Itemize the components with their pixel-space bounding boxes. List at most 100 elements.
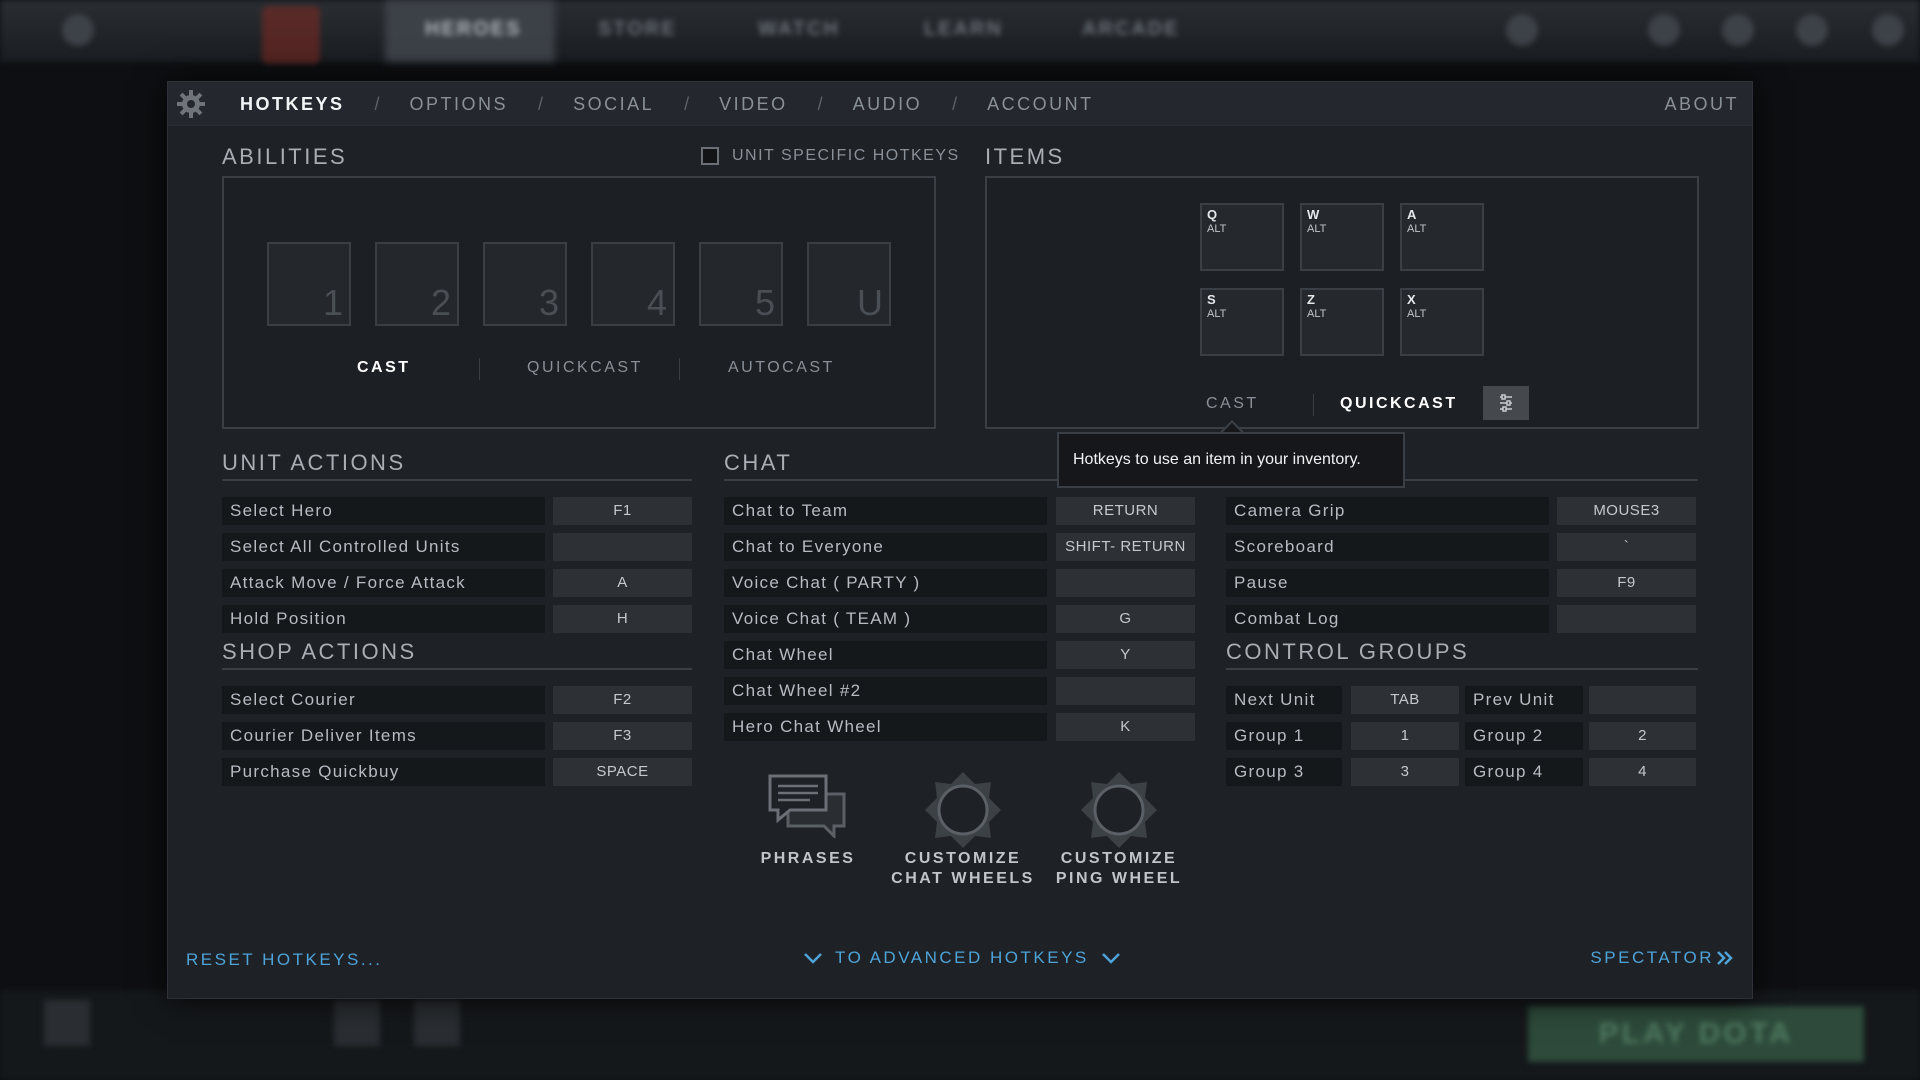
hotkey-label: Chat to Team — [724, 497, 1047, 525]
double-chevron-right-icon — [1717, 951, 1733, 965]
item-key: A — [1407, 207, 1417, 222]
hotkey-chat-everyone[interactable]: SHIFT- RETURN — [1056, 533, 1195, 561]
hotkey-combat-log[interactable] — [1557, 605, 1696, 633]
reset-hotkeys-link[interactable]: RESET HOTKEYS... — [186, 950, 383, 970]
hotkey-purchase-quickbuy[interactable]: SPACE — [553, 758, 692, 786]
hotkey-voice-team[interactable]: G — [1056, 605, 1195, 633]
unit-specific-hotkeys-checkbox[interactable] — [701, 147, 719, 165]
mode-divider — [479, 358, 480, 380]
background-tab-arcade: ARCADE — [1082, 18, 1180, 40]
hotkey-chat-wheel[interactable]: Y — [1056, 641, 1195, 669]
background-tab-heroes: HEROES — [425, 18, 522, 40]
tab-social[interactable]: SOCIAL — [573, 94, 654, 115]
chevron-down-icon — [804, 953, 822, 964]
item-slot-3[interactable]: A ALT — [1400, 203, 1484, 271]
hotkey-label: Chat to Everyone — [724, 533, 1047, 561]
item-modifier: ALT — [1407, 223, 1427, 235]
hotkey-label: Camera Grip — [1226, 497, 1549, 525]
item-slot-4[interactable]: S ALT — [1200, 288, 1284, 356]
item-slot-5[interactable]: Z ALT — [1300, 288, 1384, 356]
background-stats-icon — [1722, 14, 1754, 46]
background-settings-icon — [62, 14, 94, 46]
item-key: S — [1207, 292, 1216, 307]
background-avatar-icon — [1872, 14, 1904, 46]
section-divider — [1226, 668, 1698, 670]
hotkey-next-unit[interactable]: TAB — [1351, 686, 1459, 714]
item-modifier: ALT — [1307, 308, 1327, 320]
ability-mode-autocast[interactable]: AUTOCAST — [728, 359, 835, 377]
quickcast-settings-button[interactable] — [1483, 386, 1529, 420]
item-key: Z — [1307, 292, 1315, 307]
hotkey-voice-party[interactable] — [1056, 569, 1195, 597]
background-chat-toggle — [414, 1000, 460, 1046]
nav-separator: / — [684, 93, 690, 114]
hotkey-pause[interactable]: F9 — [1557, 569, 1696, 597]
nav-separator: / — [374, 93, 380, 114]
item-slot-1[interactable]: Q ALT — [1200, 203, 1284, 271]
tab-account[interactable]: ACCOUNT — [987, 94, 1094, 115]
unit-specific-hotkeys-label[interactable]: UNIT SPECIFIC HOTKEYS — [732, 147, 960, 165]
hotkey-chat-wheel-2[interactable] — [1056, 677, 1195, 705]
nav-separator: / — [817, 93, 823, 114]
ability-slot-3[interactable]: 3 — [483, 242, 567, 326]
ability-key: U — [857, 282, 883, 323]
gear-icon[interactable] — [176, 89, 206, 119]
item-modifier: ALT — [1207, 308, 1227, 320]
background-dota-logo — [262, 6, 320, 64]
customize-chat-wheels-label-2: CHAT WHEELS — [891, 870, 1035, 887]
settings-panel: HOTKEYS / OPTIONS / SOCIAL / VIDEO / AUD… — [167, 81, 1753, 999]
tab-video[interactable]: VIDEO — [719, 94, 788, 115]
hotkey-group-4[interactable]: 4 — [1589, 758, 1696, 786]
tab-options[interactable]: OPTIONS — [410, 94, 509, 115]
item-key: W — [1307, 207, 1320, 222]
wheel-icon — [1081, 772, 1157, 848]
phrases-label: PHRASES — [760, 850, 856, 867]
background-tab-watch: WATCH — [758, 18, 840, 40]
customize-ping-wheel-button[interactable]: CUSTOMIZE PING WHEEL — [1044, 770, 1194, 889]
hotkey-prev-unit[interactable] — [1589, 686, 1696, 714]
about-link[interactable]: ABOUT — [1664, 94, 1739, 115]
customize-chat-wheels-button[interactable]: CUSTOMIZE CHAT WHEELS — [888, 770, 1038, 889]
ability-mode-cast[interactable]: CAST — [357, 359, 411, 377]
ability-slot-4[interactable]: 4 — [591, 242, 675, 326]
hotkey-label: Hold Position — [222, 605, 545, 633]
phrases-button[interactable]: PHRASES — [753, 772, 863, 869]
ability-slot-ultimate[interactable]: U — [807, 242, 891, 326]
hotkey-label: Select Courier — [222, 686, 545, 714]
sliders-icon — [1500, 394, 1512, 412]
hotkey-select-all-units[interactable] — [553, 533, 692, 561]
hotkey-select-courier[interactable]: F2 — [553, 686, 692, 714]
hotkey-camera-grip[interactable]: MOUSE3 — [1557, 497, 1696, 525]
hotkey-select-hero[interactable]: F1 — [553, 497, 692, 525]
hotkey-hold-position[interactable]: H — [553, 605, 692, 633]
item-slot-2[interactable]: W ALT — [1300, 203, 1384, 271]
tab-audio[interactable]: AUDIO — [853, 94, 923, 115]
hotkey-scoreboard[interactable]: ` — [1557, 533, 1696, 561]
hotkey-chat-team[interactable]: RETURN — [1056, 497, 1195, 525]
item-mode-quickcast[interactable]: QUICKCAST — [1340, 395, 1458, 413]
hotkey-group-2[interactable]: 2 — [1589, 722, 1696, 750]
ability-slot-1[interactable]: 1 — [267, 242, 351, 326]
spectator-label: SPECTATOR — [1590, 948, 1714, 967]
ability-slot-2[interactable]: 2 — [375, 242, 459, 326]
chat-title: CHAT — [724, 450, 793, 475]
hotkey-hero-chat-wheel[interactable]: K — [1056, 713, 1195, 741]
background-play-dota-button: PLAY DOTA — [1528, 1006, 1864, 1062]
advanced-hotkeys-link[interactable]: TO ADVANCED HOTKEYS — [803, 948, 1121, 968]
items-box: Q ALT W ALT A ALT S ALT Z ALT X ALT CAST QUICK… — [985, 176, 1699, 429]
hotkey-courier-deliver[interactable]: F3 — [553, 722, 692, 750]
item-slot-6[interactable]: X ALT — [1400, 288, 1484, 356]
background-shards-icon — [1506, 14, 1538, 46]
item-mode-cast[interactable]: CAST — [1206, 395, 1259, 413]
background-chat-icon — [44, 1000, 90, 1046]
hotkey-attack-move[interactable]: A — [553, 569, 692, 597]
hotkey-group-3[interactable]: 3 — [1351, 758, 1459, 786]
hotkey-label: Attack Move / Force Attack — [222, 569, 545, 597]
hotkey-group-1[interactable]: 1 — [1351, 722, 1459, 750]
ability-slot-5[interactable]: 5 — [699, 242, 783, 326]
spectator-link[interactable]: SPECTATOR — [1590, 948, 1734, 968]
tab-hotkeys[interactable]: HOTKEYS — [240, 94, 345, 115]
hotkey-label: Select Hero — [222, 497, 545, 525]
hotkey-label: Voice Chat ( PARTY ) — [724, 569, 1047, 597]
ability-mode-quickcast[interactable]: QUICKCAST — [527, 359, 643, 377]
